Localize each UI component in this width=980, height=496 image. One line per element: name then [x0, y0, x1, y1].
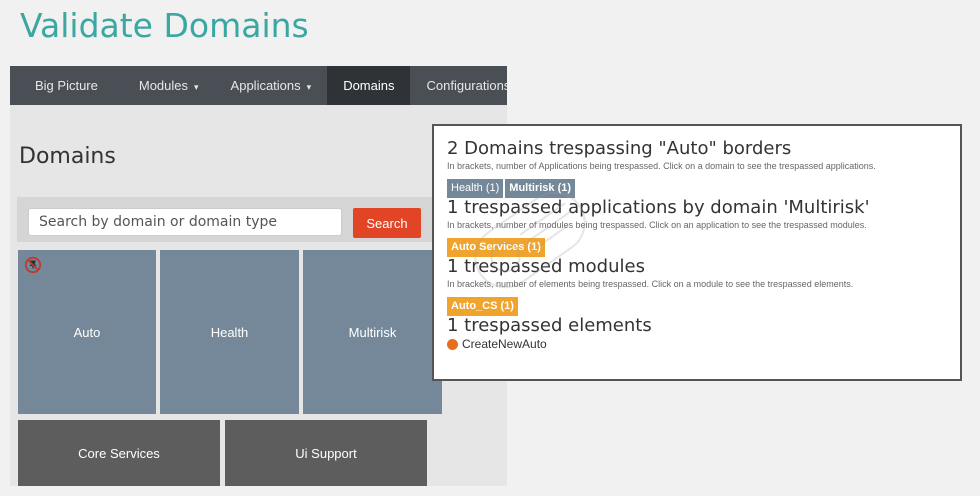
trespassed-applications-heading: 1 trespassed applications by domain 'Mul…: [447, 197, 870, 218]
element-label: CreateNewAuto: [462, 337, 547, 351]
trespassed-modules-hint: In brackets, number of elements being tr…: [447, 279, 854, 289]
domain-tile-multirisk[interactable]: Multirisk: [303, 250, 442, 414]
domains-trespassing-heading: 2 Domains trespassing "Auto" borders: [447, 138, 792, 159]
tile-label: Health: [210, 324, 249, 340]
nav-applications[interactable]: Applications ▾: [215, 66, 328, 105]
tile-label: Ui Support: [295, 445, 357, 461]
page-title: Validate Domains: [20, 6, 309, 45]
tile-label: Core Services: [78, 445, 160, 461]
top-nav: Big Picture Modules ▾ Applications ▾ Domai…: [10, 66, 507, 105]
domain-tag-multirisk[interactable]: Multirisk (1): [505, 179, 576, 198]
tile-label: Auto: [73, 324, 101, 340]
element-dot-icon: [447, 338, 458, 350]
nav-label: Domains: [343, 78, 395, 93]
application-tag-auto-services[interactable]: Auto Services (1): [447, 238, 545, 257]
domain-tile-ui-support[interactable]: Ui Support: [225, 420, 427, 486]
domains-trespassing-hint: In brackets, number of Applications bein…: [447, 161, 876, 171]
domain-tile-core-services[interactable]: Core Services: [18, 420, 220, 486]
search-input[interactable]: [28, 208, 342, 236]
module-tags: Auto_CS (1): [447, 294, 948, 316]
nav-modules[interactable]: Modules ▾: [123, 66, 215, 105]
nav-domains[interactable]: Domains: [327, 66, 411, 105]
trespassed-applications-hint: In brackets, number of modules being tre…: [447, 220, 867, 230]
element-item[interactable]: CreateNewAuto: [447, 337, 948, 351]
section-title: Domains: [19, 144, 116, 169]
domain-tags: Health (1) Multirisk (1): [447, 176, 948, 198]
domain-tag-health[interactable]: Health (1): [447, 179, 504, 198]
caret-down-icon: ▾: [306, 82, 312, 92]
nav-label: Modules: [138, 78, 189, 93]
nav-label: Configurations: [426, 78, 507, 93]
trespassed-modules-heading: 1 trespassed modules: [447, 256, 645, 277]
domain-tile-auto[interactable]: Auto: [18, 250, 156, 414]
nav-label: Big Picture: [35, 78, 98, 93]
caret-down-icon: ▾: [194, 82, 199, 92]
nav-big-picture[interactable]: Big Picture: [10, 66, 123, 105]
application-tags: Auto Services (1): [447, 235, 948, 257]
forbidden-icon: [24, 256, 42, 274]
module-tag-auto-cs[interactable]: Auto_CS (1): [447, 297, 518, 316]
domain-tile-health[interactable]: Health: [160, 250, 299, 414]
search-button[interactable]: Search: [353, 208, 421, 238]
nav-label: Applications: [230, 78, 301, 93]
trespass-panel: 2 Domains trespassing "Auto" borders In …: [432, 124, 962, 381]
nav-configurations[interactable]: Configurations▾: [410, 66, 507, 105]
tile-label: Multirisk: [348, 324, 397, 340]
trespassed-elements-heading: 1 trespassed elements: [447, 315, 652, 336]
